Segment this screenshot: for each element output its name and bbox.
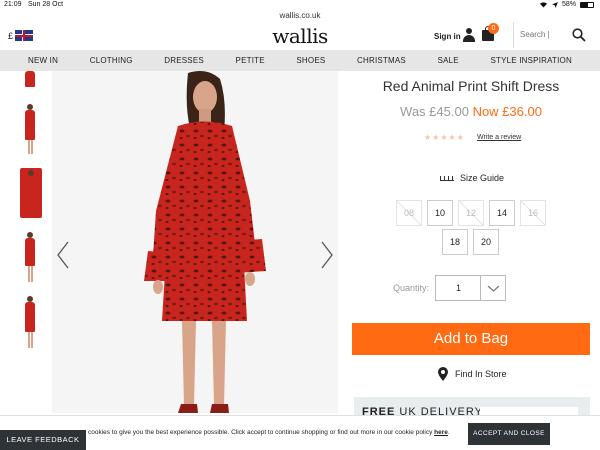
size-option-10[interactable]: 10 (427, 200, 453, 226)
signin-link[interactable]: Sign in (434, 32, 461, 41)
battery-icon (580, 1, 594, 8)
star-rating: ★ ★ ★ ★ ★ (424, 133, 464, 142)
size-option-20[interactable]: 20 (473, 229, 499, 255)
ruler-icon (440, 175, 454, 181)
quantity-label: Quantity: (393, 283, 430, 293)
add-to-bag-button[interactable]: Add to Bag (352, 323, 590, 355)
cookie-message: cookies to give you the best experience … (88, 429, 450, 436)
find-in-store-label: Find In Store (455, 369, 507, 379)
status-bar: 21:09 Sun 28 Oct 58% (0, 0, 600, 10)
size-guide-label: Size Guide (460, 173, 505, 183)
quantity-select[interactable]: 1 (435, 275, 506, 301)
carousel-next-icon[interactable] (320, 241, 334, 269)
accept-cookies-button[interactable]: ACCEPT AND CLOSE (468, 423, 550, 445)
product-thumbnail[interactable] (12, 71, 48, 93)
search-icon[interactable] (572, 28, 586, 42)
nav-item-style-inspiration[interactable]: STYLE INSPIRATION (490, 56, 572, 65)
size-option-08[interactable]: 08 (396, 200, 422, 226)
find-in-store-link[interactable]: Find In Store (438, 367, 507, 381)
size-guide-link[interactable]: Size Guide (440, 173, 504, 183)
product-thumbnail[interactable] (12, 292, 48, 352)
search-box (513, 22, 600, 48)
nav-item-clothing[interactable]: CLOTHING (90, 56, 133, 65)
location-icon (551, 1, 558, 8)
status-time: 21:09 (4, 1, 22, 8)
now-price: Now £36.00 (472, 104, 542, 119)
size-option-18[interactable]: 18 (442, 229, 468, 255)
nav-item-dresses[interactable]: DRESSES (164, 56, 204, 65)
star-icon: ★ (424, 133, 432, 142)
nav-item-shoes[interactable]: SHOES (296, 56, 325, 65)
status-date: Sun 28 Oct (28, 1, 64, 8)
size-option-12[interactable]: 12 (458, 200, 484, 226)
write-review-link[interactable]: Write a review (477, 134, 521, 141)
quantity-value: 1 (455, 283, 461, 293)
user-icon[interactable] (463, 28, 475, 42)
nav-item-christmas[interactable]: CHRISTMAS (357, 56, 406, 65)
star-icon: ★ (432, 133, 440, 142)
thumbnail-strip (0, 71, 50, 411)
bag-count-badge: 0 (488, 23, 499, 34)
map-pin-icon (438, 367, 448, 381)
product-thumbnail[interactable] (12, 228, 48, 285)
leave-feedback-button[interactable]: LEAVE FEEDBACK (0, 430, 86, 450)
nav-item-sale[interactable]: SALE (438, 56, 459, 65)
star-icon: ★ (440, 133, 448, 142)
nav-item-new-in[interactable]: NEW IN (28, 56, 58, 65)
status-right: 58% (539, 1, 594, 8)
model-photo (144, 71, 266, 413)
cookie-policy-link[interactable]: here (434, 429, 448, 436)
was-price: Was £45.00 (400, 104, 469, 119)
quantity-dropdown[interactable] (480, 276, 505, 300)
carousel-prev-icon[interactable] (56, 241, 70, 269)
site-logo[interactable]: wallis (0, 24, 600, 48)
product-thumbnail[interactable] (12, 100, 48, 157)
battery-percent: 58% (561, 1, 576, 8)
product-title: Red Animal Print Shift Dress (382, 78, 560, 94)
product-main-image (52, 71, 338, 413)
star-icon: ★ (448, 133, 456, 142)
size-option-14[interactable]: 14 (489, 200, 515, 226)
site-header: £ wallis Sign in 0 (0, 22, 600, 48)
product-thumbnail[interactable] (12, 164, 48, 221)
search-input[interactable] (520, 30, 568, 39)
nav-item-petite[interactable]: PETITE (236, 56, 265, 65)
chevron-down-icon (487, 285, 500, 292)
product-price: Was £45.00 Now £36.00 (352, 104, 590, 119)
main-nav: NEW IN CLOTHING DRESSES PETITE SHOES CHR… (0, 50, 600, 71)
size-option-16[interactable]: 16 (520, 200, 546, 226)
star-icon: ★ (456, 133, 464, 142)
wifi-icon (539, 2, 547, 8)
cookie-banner: cookies to give you the best experience … (0, 415, 600, 450)
browser-url[interactable]: wallis.co.uk (0, 11, 600, 20)
